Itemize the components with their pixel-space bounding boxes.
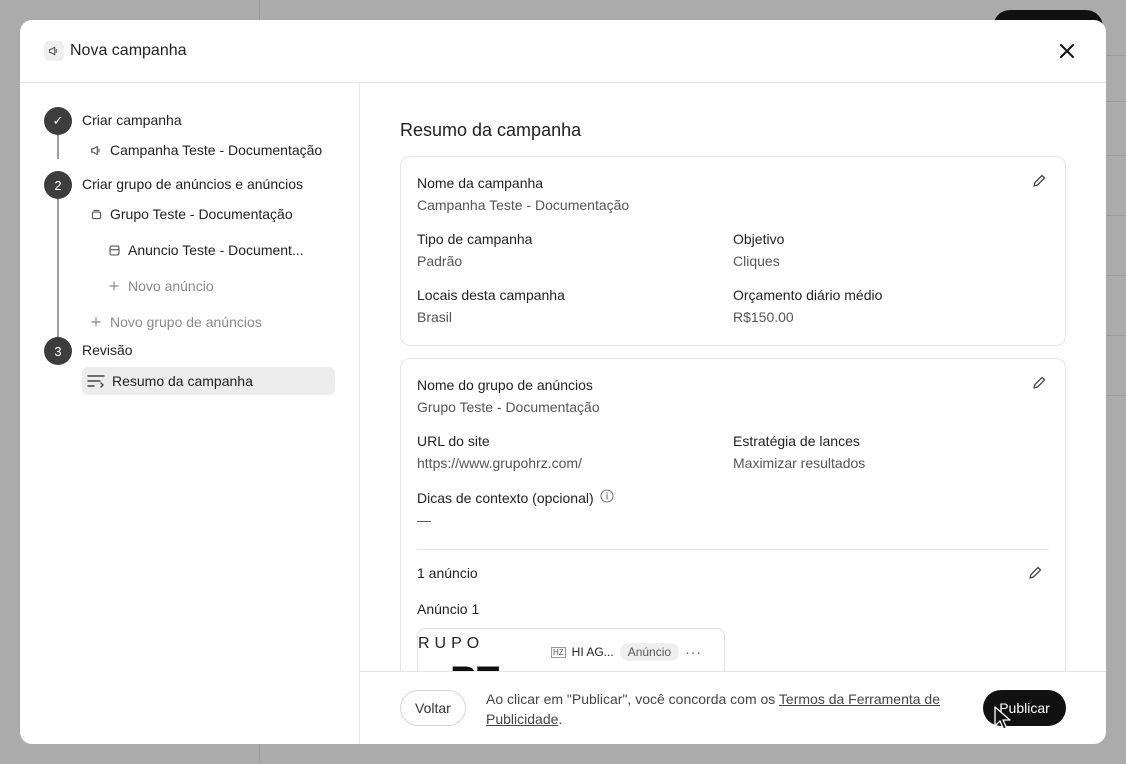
campaign-type-label: Tipo de campanha — [417, 231, 533, 247]
daily-budget-field: Orçamento diário médio R$150.00 — [733, 287, 882, 325]
ad-group-summary-card: Nome do grupo de anúncios Grupo Teste - … — [400, 358, 1066, 671]
objective-label: Objetivo — [733, 231, 785, 247]
new-ad-button[interactable]: Novo anúncio — [106, 278, 214, 294]
info-icon[interactable] — [600, 489, 614, 506]
step-rail — [57, 135, 59, 159]
ad-group-name-field: Nome do grupo de anúncios Grupo Teste - … — [417, 377, 600, 415]
background-divider — [1106, 155, 1126, 156]
context-hints-field: Dicas de contexto (opcional) — — [417, 489, 614, 528]
ad-1-title-label: Anúncio 1 — [417, 601, 480, 617]
summary-scroll-area[interactable]: Resumo da campanha Nome da campanha Camp… — [400, 83, 1066, 671]
ads-count: 1 anúncio — [417, 565, 478, 581]
site-url-field: URL do site https://www.grupohrz.com/ — [417, 433, 582, 471]
new-ad-label: Novo anúncio — [128, 278, 214, 294]
background-divider — [1106, 275, 1126, 276]
step-2-circle: 2 — [44, 171, 72, 199]
modal-header: Nova campanha — [20, 20, 1106, 83]
locations-value: Brasil — [417, 309, 453, 325]
locations-field: Locais desta campanha Brasil — [417, 287, 565, 325]
section-divider — [417, 549, 1049, 550]
advertiser-name: HI AG... — [571, 645, 614, 659]
background-divider — [1106, 55, 1126, 56]
close-icon[interactable] — [1056, 40, 1078, 62]
new-ad-group-label: Novo grupo de anúncios — [110, 314, 262, 330]
more-options-icon[interactable]: ··· — [685, 644, 702, 660]
sidebar-item-ad[interactable]: Anuncio Teste - Document... — [106, 242, 304, 258]
sidebar-item-ad-label: Anuncio Teste - Document... — [128, 242, 304, 258]
daily-budget-label: Orçamento diário médio — [733, 287, 883, 303]
edit-campaign-pencil-icon[interactable] — [1031, 173, 1049, 191]
bidding-strategy-label: Estratégia de lances — [733, 433, 860, 449]
objective-value: Cliques — [733, 253, 780, 269]
megaphone-icon — [44, 41, 64, 61]
step-3-circle: 3 — [44, 337, 72, 365]
ad-logo-big-text: PE — [450, 659, 501, 671]
ad-logo-text: RUPO — [418, 635, 485, 652]
ad-icon — [106, 242, 122, 258]
megaphone-icon — [88, 142, 104, 158]
step-1-check-circle: ✓ — [44, 107, 72, 135]
campaign-summary-card: Nome da campanha Campanha Teste - Docume… — [400, 156, 1066, 346]
edit-ad-group-pencil-icon[interactable] — [1031, 375, 1049, 393]
step-rail — [57, 199, 59, 357]
background-divider — [1106, 215, 1126, 216]
ad-group-name-value: Grupo Teste - Documentação — [417, 399, 600, 415]
layers-icon — [88, 206, 104, 222]
campaign-name-value: Campanha Teste - Documentação — [417, 197, 630, 213]
new-ad-group-button[interactable]: Novo grupo de anúncios — [88, 314, 262, 330]
ad-preview-meta: HZ HI AG... Anúncio ··· — [551, 643, 702, 661]
context-hints-label: Dicas de contexto (opcional) — [417, 489, 594, 506]
terms-suffix: . — [558, 711, 563, 727]
ad-1-title: Anúncio 1 — [417, 601, 479, 617]
steps-sidebar: ✓ Criar campanha Campanha Teste - Docume… — [20, 83, 360, 744]
step-2-label[interactable]: Criar grupo de anúncios e anúncios — [82, 176, 303, 192]
back-button[interactable]: Voltar — [400, 690, 466, 726]
modal-title: Nova campanha — [70, 42, 187, 59]
site-url-value: https://www.grupohrz.com/ — [417, 455, 582, 471]
sidebar-item-ad-group[interactable]: Grupo Teste - Documentação — [88, 206, 293, 222]
campaign-type-field: Tipo de campanha Padrão — [417, 231, 532, 269]
mouse-cursor-icon — [994, 706, 1011, 730]
background-divider — [1106, 335, 1126, 336]
context-hints-label-row: Dicas de contexto (opcional) — [417, 489, 614, 506]
bidding-strategy-value: Maximizar resultados — [733, 455, 866, 471]
review-content: Resumo da campanha Nome da campanha Camp… — [360, 83, 1106, 744]
new-campaign-modal: Nova campanha ✓ Criar campanha Campanha … — [20, 20, 1106, 744]
sidebar-item-campaign-label: Campanha Teste - Documentação — [110, 142, 323, 158]
ad-badge: Anúncio — [619, 643, 680, 661]
background-divider — [1106, 395, 1126, 396]
plus-icon — [106, 278, 122, 294]
daily-budget-value: R$150.00 — [733, 309, 794, 325]
sidebar-item-summary[interactable]: Resumo da campanha — [82, 367, 335, 395]
sidebar-item-summary-label: Resumo da campanha — [112, 373, 253, 389]
campaign-name-field: Nome da campanha Campanha Teste - Docume… — [417, 175, 629, 213]
context-hints-value: — — [417, 512, 431, 528]
summary-title: Resumo da campanha — [400, 120, 582, 140]
site-url-label: URL do site — [417, 433, 490, 449]
step-3-label[interactable]: Revisão — [82, 342, 133, 358]
background-divider — [1106, 101, 1126, 102]
ad-preview-card[interactable]: RUPO PE HZ HI AG... Anúncio ··· — [417, 628, 725, 671]
campaign-type-value: Padrão — [417, 253, 463, 269]
bidding-strategy-field: Estratégia de lances Maximizar resultado… — [733, 433, 865, 471]
plus-icon — [88, 314, 104, 330]
terms-notice: Ao clicar em "Publicar", você concorda c… — [486, 689, 956, 729]
edit-ads-pencil-icon[interactable] — [1027, 565, 1045, 583]
objective-field: Objetivo Cliques — [733, 231, 784, 269]
locations-label: Locais desta campanha — [417, 287, 565, 303]
terms-prefix: Ao clicar em "Publicar", você concorda c… — [486, 691, 779, 707]
campaign-name-label: Nome da campanha — [417, 175, 544, 191]
advertiser-logo-icon: HZ — [551, 646, 566, 658]
sidebar-item-campaign[interactable]: Campanha Teste - Documentação — [88, 142, 322, 158]
ad-group-name-label: Nome do grupo de anúncios — [417, 377, 593, 393]
summary-icon — [86, 373, 106, 389]
sidebar-item-ad-group-label: Grupo Teste - Documentação — [110, 206, 293, 222]
ads-count-label: 1 anúncio — [417, 565, 478, 581]
step-1-label[interactable]: Criar campanha — [82, 112, 182, 128]
